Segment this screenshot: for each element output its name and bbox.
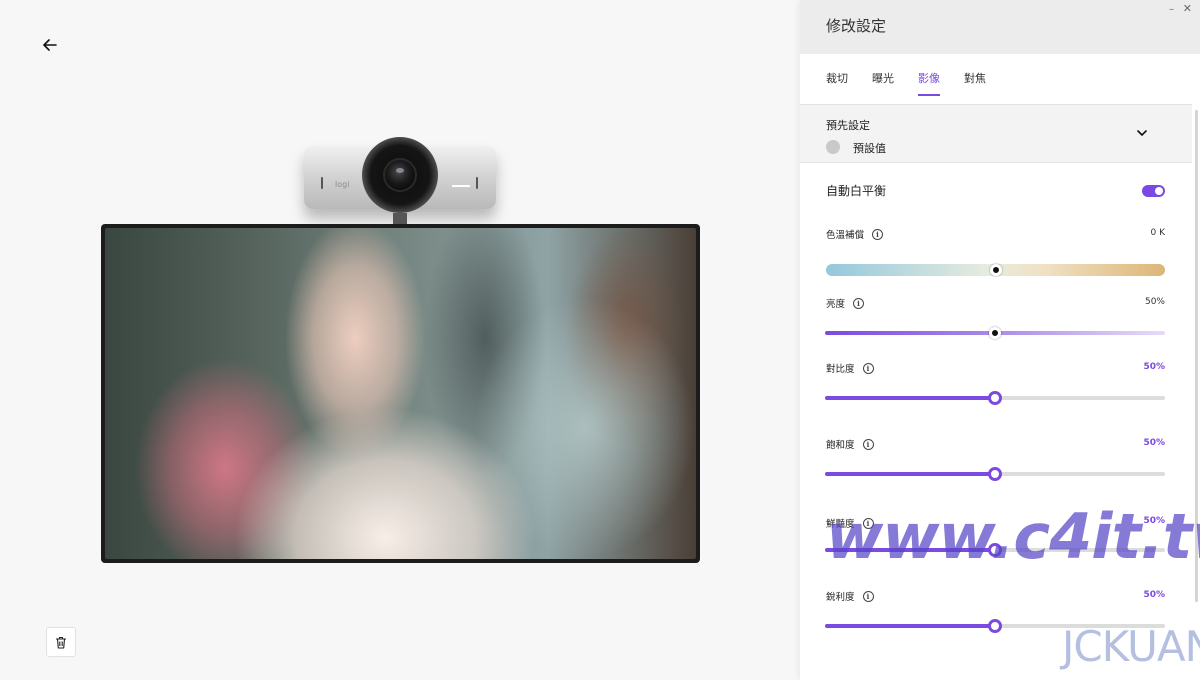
info-icon[interactable]: i	[862, 362, 874, 374]
sharpness-row: 銳利度 i	[826, 589, 874, 603]
saturation-row: 飽和度 i	[826, 437, 874, 451]
brightness-value: 50%	[1144, 297, 1165, 307]
color-temperature-row: 色溫補償 i	[826, 227, 884, 241]
saturation-slider[interactable]	[825, 467, 1165, 481]
preset-value: 預設值	[853, 142, 886, 155]
trash-icon	[56, 636, 66, 649]
color-temperature-value: 0 K	[1150, 228, 1166, 238]
panel-title: 修改設定	[826, 17, 887, 35]
preset-dropdown[interactable]: 預先設定 預設值	[800, 105, 1192, 163]
preset-color-dot	[826, 140, 840, 154]
preview-area: logi	[0, 0, 800, 680]
webcam-led-right	[476, 177, 478, 189]
close-button[interactable]: ✕	[1183, 2, 1192, 15]
info-icon[interactable]: i	[853, 297, 865, 309]
minimize-button[interactable]: –	[1169, 4, 1174, 15]
contrast-knob[interactable]	[988, 391, 1002, 405]
preset-label: 預先設定	[826, 119, 870, 132]
saturation-fill	[825, 472, 995, 476]
brightness-slider[interactable]	[825, 327, 1165, 339]
tab-crop[interactable]: 裁切	[826, 70, 848, 96]
contrast-fill	[825, 396, 995, 400]
info-icon[interactable]: i	[872, 228, 884, 240]
settings-tabs: 裁切 曝光 影像 對焦	[826, 70, 986, 96]
panel-header: 修改設定 – ✕	[800, 0, 1200, 54]
camera-preview-frame	[101, 224, 700, 563]
contrast-value: 50%	[1143, 362, 1165, 372]
webcam-illustration: logi	[304, 137, 496, 227]
color-temperature-knob[interactable]	[989, 264, 1002, 276]
webcam-led-left	[321, 177, 323, 189]
settings-list: 預先設定 預設值 自動白平衡 色溫補償 i 0 K 亮度 i 50% 對比度 i…	[800, 105, 1200, 680]
webcam-stripe	[452, 185, 470, 187]
webcam-brand: logi	[335, 180, 350, 189]
sharpness-fill	[825, 624, 995, 628]
info-icon[interactable]: i	[862, 438, 874, 450]
settings-panel: 修改設定 – ✕ 裁切 曝光 影像 對焦 預先設定 預設值 自動白平衡 色溫補償…	[800, 0, 1200, 680]
sharpness-value: 50%	[1143, 590, 1165, 600]
webcam-lens-glint	[396, 168, 404, 173]
sharpness-knob[interactable]	[988, 619, 1002, 633]
trash-button[interactable]	[46, 627, 76, 657]
saturation-label: 飽和度	[826, 440, 855, 451]
watermark-text: www.c4it.tw	[826, 500, 1200, 573]
camera-preview-image	[105, 228, 696, 559]
brightness-row: 亮度 i	[826, 296, 865, 310]
sharpness-label: 銳利度	[826, 592, 855, 603]
arrow-left-icon	[43, 39, 57, 51]
tab-image[interactable]: 影像	[918, 70, 940, 96]
auto-white-balance-toggle[interactable]	[1142, 185, 1165, 197]
tab-exposure[interactable]: 曝光	[872, 70, 894, 96]
brightness-label: 亮度	[826, 299, 846, 310]
chevron-down-icon	[1137, 130, 1147, 136]
color-temperature-slider[interactable]	[826, 264, 1165, 276]
watermark-author: JCKUAN	[1062, 622, 1200, 671]
toggle-knob	[1155, 187, 1163, 195]
color-temperature-label: 色溫補償	[826, 230, 865, 241]
saturation-knob[interactable]	[988, 467, 1002, 481]
info-icon[interactable]: i	[862, 590, 874, 602]
tab-focus[interactable]: 對焦	[964, 70, 986, 96]
contrast-label: 對比度	[826, 364, 855, 375]
saturation-value: 50%	[1143, 438, 1165, 448]
back-button[interactable]	[38, 33, 62, 57]
contrast-row: 對比度 i	[826, 361, 874, 375]
auto-white-balance-label: 自動白平衡	[826, 184, 887, 198]
brightness-knob[interactable]	[989, 327, 1001, 339]
webcam-lens	[383, 158, 417, 192]
contrast-slider[interactable]	[825, 391, 1165, 405]
